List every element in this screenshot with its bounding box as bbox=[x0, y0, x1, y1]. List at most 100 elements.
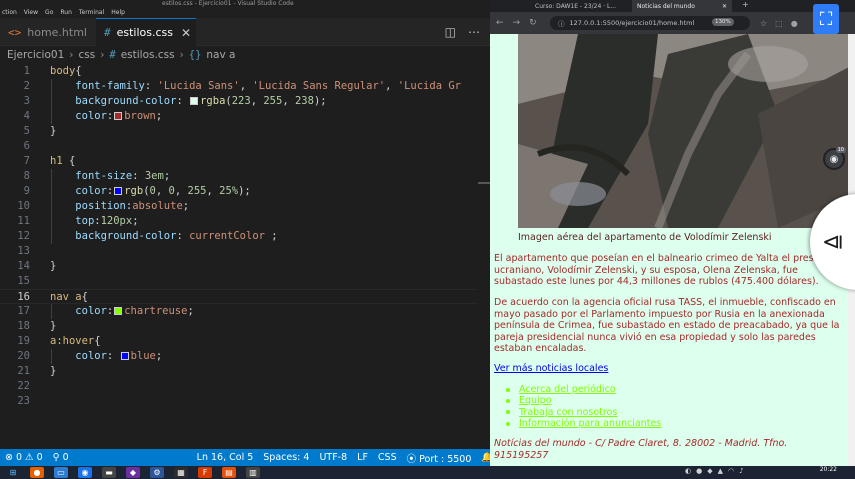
file-explorer-icon[interactable]: ▭ bbox=[54, 467, 68, 478]
nav-link-jobs[interactable]: Trabaja con nosotros bbox=[519, 407, 617, 418]
code-line[interactable]: 13 bbox=[0, 244, 480, 259]
tray-icon[interactable]: ◐ bbox=[685, 467, 691, 475]
code-line[interactable]: 4 color: brown; bbox=[0, 109, 480, 124]
code-line[interactable]: 5} bbox=[0, 124, 480, 139]
site-info-icon[interactable]: ⓘ bbox=[558, 18, 565, 28]
editor-scrollbar[interactable] bbox=[478, 64, 490, 454]
nav-item: Acerca del periódico bbox=[506, 384, 661, 395]
indentation-indicator[interactable]: Spaces: 4 bbox=[258, 452, 314, 463]
ports-indicator[interactable]: ⚲ 0 bbox=[48, 452, 74, 463]
code-line[interactable]: 18} bbox=[0, 319, 480, 334]
tray-icon[interactable]: ◆ bbox=[707, 467, 712, 475]
code-line[interactable]: 17 color: chartreuse; bbox=[0, 304, 480, 319]
code-line[interactable]: 15 bbox=[0, 274, 480, 289]
code-line[interactable]: 16 nav a{ bbox=[0, 289, 480, 304]
calculator-icon[interactable]: ▦ bbox=[174, 467, 188, 478]
extension-icon[interactable]: ⬚ bbox=[775, 19, 783, 28]
new-tab-icon[interactable]: + bbox=[742, 0, 749, 9]
code-line[interactable]: 21} bbox=[0, 364, 480, 379]
more-actions-icon[interactable]: ⋯ bbox=[468, 25, 480, 39]
code-line[interactable]: 14} bbox=[0, 259, 480, 274]
split-editor-icon[interactable]: ◫ bbox=[445, 25, 456, 39]
code-token: 'Lucida Sans Regular' bbox=[252, 80, 386, 92]
live-server-port[interactable]: ⦿ Port : 5500 bbox=[402, 451, 477, 465]
code-line[interactable]: 23 bbox=[0, 394, 480, 409]
code-line[interactable]: 12 background-color: currentColor ; bbox=[0, 229, 480, 244]
office-icon[interactable]: F bbox=[198, 467, 212, 478]
clock[interactable]: 20:22 bbox=[820, 466, 837, 473]
zoom-indicator[interactable]: 130% bbox=[712, 18, 734, 26]
code-editor[interactable]: 1 body{2 font-family: 'Lucida Sans', 'Luc… bbox=[0, 64, 480, 454]
avatar[interactable]: ◉ 10 bbox=[823, 147, 846, 170]
fullscreen-icon[interactable]: ⛶ bbox=[813, 4, 839, 34]
tab-estilos-css[interactable]: # estilos.css ✕ bbox=[96, 18, 196, 46]
code-line[interactable]: 2 font-family: 'Lucida Sans', 'Lucida Sa… bbox=[0, 79, 480, 94]
wifi-icon[interactable]: ◠ bbox=[728, 467, 734, 475]
reload-icon[interactable]: ↻ bbox=[529, 18, 537, 28]
menu-item-go[interactable]: Go bbox=[45, 9, 53, 16]
color-swatch[interactable] bbox=[120, 352, 129, 360]
nav-link-team[interactable]: Equipo bbox=[519, 395, 552, 406]
eol-indicator[interactable]: LF bbox=[352, 452, 373, 463]
profile-icon[interactable]: ● bbox=[791, 19, 798, 28]
breadcrumb-item-folder[interactable]: Ejercicio01 bbox=[7, 49, 64, 61]
breadcrumb-item-symbol[interactable]: nav a bbox=[206, 49, 235, 61]
menu-item-view[interactable]: View bbox=[24, 9, 38, 16]
files-icon[interactable]: ▤ bbox=[222, 467, 236, 478]
problems-indicator[interactable]: ⊗ 0 ⚠ 0 bbox=[0, 452, 48, 463]
tab-title: Noticias del mundo bbox=[637, 2, 695, 10]
browser-tab-noticias[interactable]: Noticias del mundo ✕ bbox=[632, 0, 732, 12]
more-news-link[interactable]: Ver más noticias locales bbox=[494, 363, 608, 374]
settings-icon[interactable]: ⚙ bbox=[150, 467, 164, 478]
code-line[interactable]: 6 bbox=[0, 139, 480, 154]
tab-home-html[interactable]: <> home.html bbox=[0, 18, 96, 46]
encoding-indicator[interactable]: UTF-8 bbox=[314, 452, 352, 463]
code-line[interactable]: 8 font-size: 3em; bbox=[0, 169, 480, 184]
menu-item-selection[interactable]: ction bbox=[2, 9, 17, 16]
cursor-position[interactable]: Ln 16, Col 5 bbox=[192, 452, 259, 463]
bookmark-star-icon[interactable]: ☆ bbox=[760, 19, 767, 28]
code-line[interactable]: 1 body{ bbox=[0, 64, 480, 79]
code-token: ); bbox=[313, 95, 327, 107]
app-icon[interactable]: ◆ bbox=[126, 467, 140, 478]
code-text: color: blue; bbox=[50, 349, 490, 364]
code-line[interactable]: 9 color: rgb(0, 0, 255, 25%); bbox=[0, 184, 480, 199]
browser-tab-campus[interactable]: Curso: DAW1E - 23/24 · L... bbox=[530, 0, 625, 12]
code-token: : bbox=[176, 95, 190, 107]
close-icon[interactable]: ✕ bbox=[722, 3, 727, 10]
code-line[interactable]: 20 color: blue; bbox=[0, 349, 480, 364]
code-line[interactable]: 22 bbox=[0, 379, 480, 394]
code-line[interactable]: 19 a:hover{ bbox=[0, 334, 480, 349]
color-swatch[interactable] bbox=[114, 307, 123, 315]
start-icon[interactable]: ⊞ bbox=[6, 467, 20, 478]
close-icon[interactable]: ✕ bbox=[181, 26, 191, 40]
back-icon[interactable]: ← bbox=[496, 18, 504, 28]
code-line[interactable]: 7 h1 { bbox=[0, 154, 480, 169]
tray-icon[interactable]: ▲ bbox=[718, 467, 723, 475]
breadcrumb-item-css[interactable]: css bbox=[78, 49, 95, 61]
code-line[interactable]: 10 position:absolute; bbox=[0, 199, 480, 214]
menu-item-terminal[interactable]: Terminal bbox=[79, 9, 104, 16]
terminal-icon[interactable]: ▬ bbox=[102, 467, 116, 478]
color-swatch[interactable] bbox=[114, 112, 123, 120]
code-line[interactable]: 3 background-color: rgba(223, 255, 238); bbox=[0, 94, 480, 109]
tray-icon[interactable]: ● bbox=[696, 467, 702, 475]
code-line[interactable]: 11 top:120px; bbox=[0, 214, 480, 229]
breadcrumb-item-file[interactable]: estilos.css bbox=[121, 49, 175, 61]
window-icon[interactable]: ▥ bbox=[246, 467, 260, 478]
language-mode[interactable]: CSS bbox=[373, 452, 402, 463]
forward-icon[interactable]: → bbox=[513, 18, 521, 28]
firefox-icon[interactable]: ● bbox=[30, 467, 44, 478]
color-swatch[interactable] bbox=[114, 187, 123, 195]
code-token: color bbox=[75, 350, 107, 362]
menu-item-help[interactable]: Help bbox=[111, 9, 125, 16]
nav-link-advertisers[interactable]: Información para anunciantes bbox=[519, 418, 661, 429]
color-swatch[interactable] bbox=[190, 97, 199, 105]
volume-icon[interactable]: ♪ bbox=[739, 467, 743, 475]
line-number: 10 bbox=[17, 200, 30, 212]
nav-link-about[interactable]: Acerca del periódico bbox=[519, 384, 616, 395]
menu-item-run[interactable]: Run bbox=[60, 9, 72, 16]
scrollbar-thumb[interactable] bbox=[478, 182, 490, 184]
chrome-icon[interactable]: ◉ bbox=[78, 467, 92, 478]
